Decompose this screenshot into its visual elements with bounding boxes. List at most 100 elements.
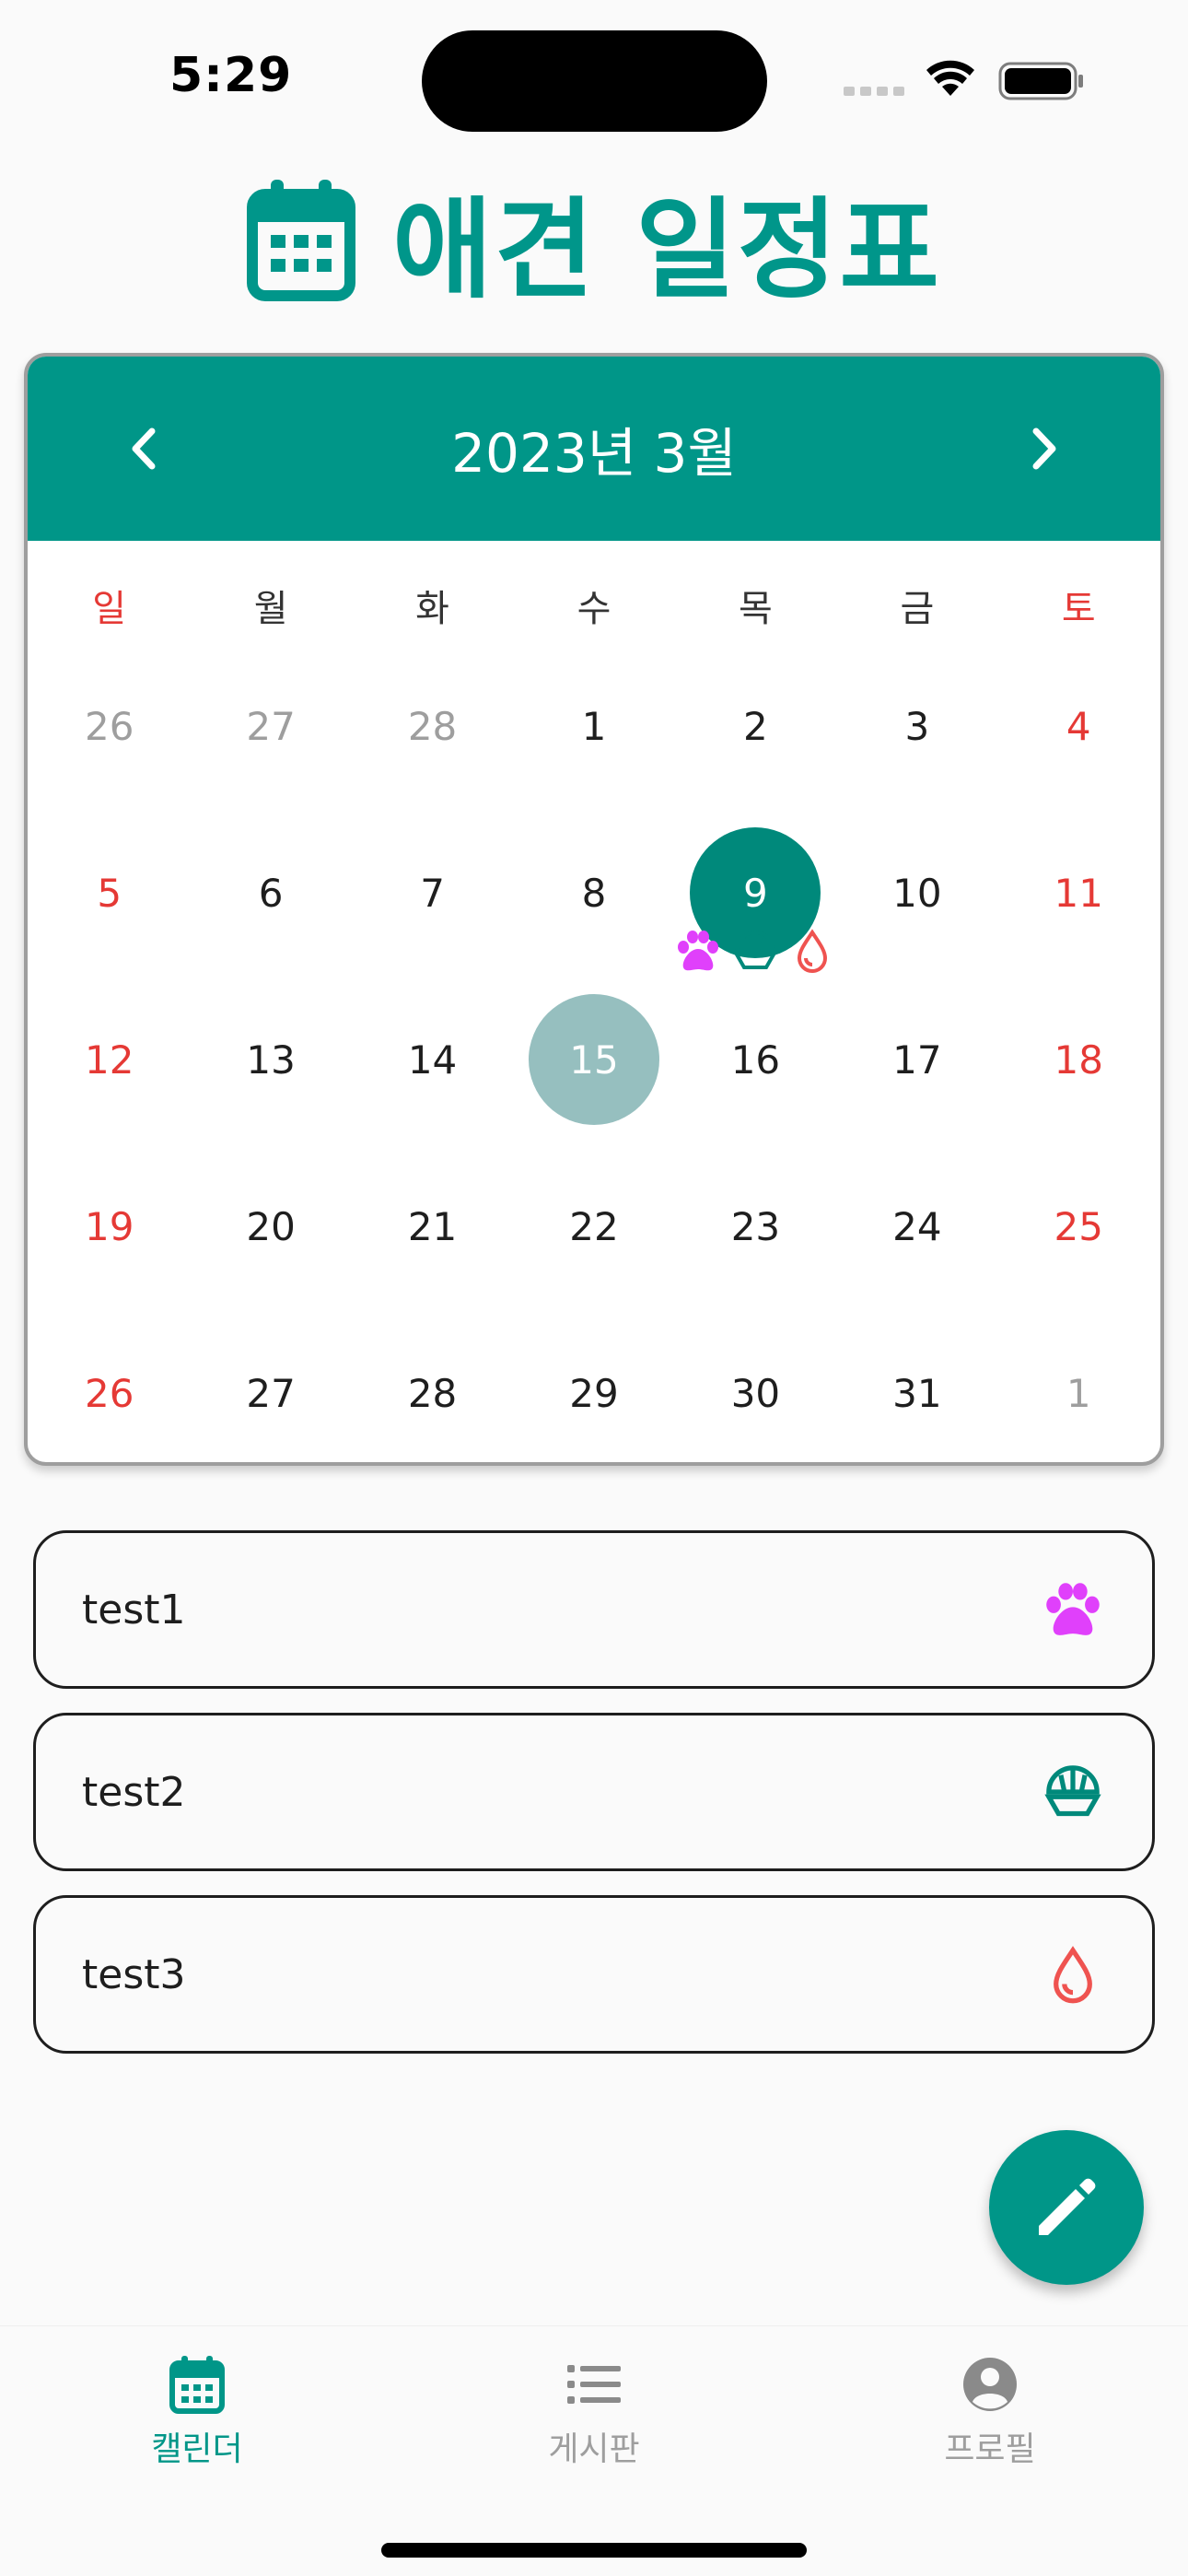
weekday-label: 금 [900,588,935,630]
chevron-left-icon [132,427,156,470]
calendar-day[interactable]: 18 [998,994,1159,1161]
page-title: 애견 일정표 [392,185,941,313]
status-icons [838,53,1087,109]
nav-item-profile[interactable]: 프로필 [852,2354,1128,2470]
day-number: 22 [569,1203,619,1249]
day-number: 26 [84,1370,134,1416]
paw-icon [678,931,719,971]
weekday-label: 토 [1061,588,1096,630]
day-number: 26 [84,703,134,749]
nav-label: 게시판 [548,2430,640,2468]
calendar-day[interactable]: 10 [836,827,997,994]
calendar-day[interactable]: 26 [29,1328,190,1462]
calendar-day[interactable]: 27 [190,1328,351,1462]
calendar-day[interactable]: 5 [29,827,190,994]
calendar-day[interactable]: 28 [352,1328,513,1462]
water-drop-icon [1054,1946,1092,2004]
calendar-day[interactable]: 2 [675,661,836,827]
calendar-day[interactable]: 23 [675,1161,836,1328]
day-number: 1 [581,703,607,749]
weekday-label: 월 [253,588,288,630]
event-item[interactable]: test1 [33,1530,1155,1689]
event-item[interactable]: test3 [33,1895,1155,2054]
calendar-day[interactable]: 8 [513,827,674,994]
calendar-day[interactable]: 22 [513,1161,674,1328]
calendar-day[interactable]: 30 [675,1328,836,1462]
day-number: 5 [97,870,122,916]
calendar-day[interactable]: 11 [998,827,1159,994]
calendar-day[interactable]: 1 [513,661,674,827]
calendar-day[interactable]: 24 [836,1161,997,1328]
day-number: 27 [246,1370,296,1416]
day-number: 21 [407,1203,458,1249]
calendar-day[interactable]: 17 [836,994,997,1161]
nav-label: 캘린더 [151,2430,243,2468]
dynamic-island [422,30,767,132]
calendar-day[interactable]: 25 [998,1161,1159,1328]
calendar-day-today[interactable]: 15 [513,994,674,1161]
calendar-day[interactable]: 28 [352,661,513,827]
paw-icon [1046,1583,1100,1635]
weekday-row: 일 월 화 수 목 금 토 [28,564,1160,647]
weekday-label: 수 [577,588,611,630]
prev-month-button[interactable] [101,407,184,490]
day-number: 19 [84,1203,134,1249]
day-number: 16 [730,1036,781,1083]
day-number: 18 [1054,1036,1103,1083]
day-number: 17 [892,1036,942,1083]
calendar-day[interactable]: 14 [352,994,513,1161]
calendar-day[interactable]: 16 [675,994,836,1161]
event-item[interactable]: test2 [33,1713,1155,1871]
day-number: 12 [84,1036,134,1083]
event-list: test1 test2 test3 [33,1530,1155,2078]
calendar-icon [169,2356,225,2414]
water-drop-icon [798,929,828,973]
add-event-button[interactable] [989,2130,1144,2285]
nav-label: 프로필 [944,2430,1036,2468]
day-number: 30 [730,1370,781,1416]
weekday-label: 목 [739,588,773,630]
calendar-day[interactable]: 12 [29,994,190,1161]
calendar-grid: 26 27 28 1 2 3 4 5 6 7 8 9 10 11 12 13 1… [28,661,1160,1462]
day-number: 1 [1066,1370,1091,1416]
weekday-label: 일 [92,588,127,630]
day-number: 3 [904,703,930,749]
day-number: 8 [581,870,607,916]
profile-icon [963,2358,1017,2411]
calendar-day[interactable]: 13 [190,994,351,1161]
bottom-navigation: 캘린더 게시판 프로필 [0,2325,1188,2576]
cellular-signal-icon [844,87,904,96]
day-number: 20 [246,1203,296,1249]
calendar-day[interactable]: 4 [998,661,1159,827]
food-bowl-icon [733,931,777,969]
next-month-button[interactable] [1004,407,1087,490]
day-number: 23 [730,1203,781,1249]
calendar-day-selected[interactable]: 9 [675,827,836,994]
calendar-icon [247,180,356,301]
event-title: test1 [82,1586,186,1633]
calendar-day[interactable]: 27 [190,661,351,827]
calendar-day[interactable]: 6 [190,827,351,994]
day-number: 13 [246,1036,296,1083]
chevron-right-icon [1032,427,1056,470]
weekday-label: 화 [415,588,449,630]
battery-icon [998,62,1083,100]
calendar-day[interactable]: 29 [513,1328,674,1462]
wifi-icon [926,60,974,96]
calendar-day[interactable]: 26 [29,661,190,827]
nav-item-board[interactable]: 게시판 [456,2354,732,2470]
day-number: 28 [407,703,458,749]
food-bowl-icon [1044,1765,1101,1817]
day-number: 11 [1054,870,1103,916]
calendar-day[interactable]: 3 [836,661,997,827]
calendar-day[interactable]: 20 [190,1161,351,1328]
calendar-day[interactable]: 21 [352,1161,513,1328]
calendar-header: 2023년 3월 [28,357,1160,541]
calendar-day[interactable]: 19 [29,1161,190,1328]
calendar-day[interactable]: 31 [836,1328,997,1462]
calendar-day[interactable]: 7 [352,827,513,994]
calendar-day[interactable]: 1 [998,1328,1159,1462]
nav-item-calendar[interactable]: 캘린더 [59,2354,335,2470]
event-markers [674,927,836,975]
day-number: 2 [743,703,768,749]
